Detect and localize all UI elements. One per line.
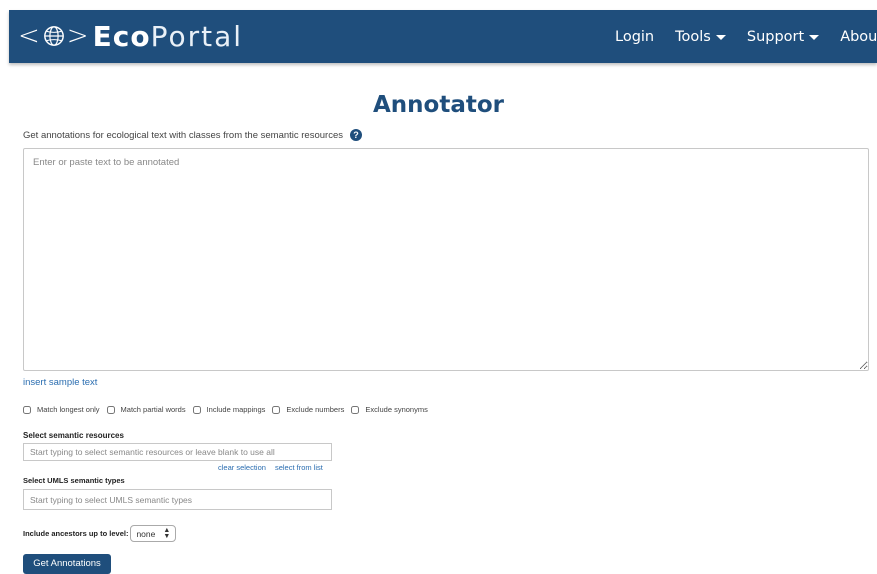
semantic-resources-input[interactable] [23,443,332,461]
get-annotations-button[interactable]: Get Annotations [23,554,111,574]
page-title: Annotator [372,92,504,118]
ancestors-label: Include ancestors up to level: [23,529,129,538]
logo-left-chevron: < [18,21,41,51]
main-nav: Login Tools Support About Us [615,10,877,63]
option-include-mappings[interactable]: Include mappings [192,405,266,414]
option-label: Exclude synonyms [365,405,428,414]
logo-right-chevron: > [66,21,90,51]
option-exclude-synonyms[interactable]: Exclude synonyms [351,405,428,414]
option-match-longest[interactable]: Match longest only [23,405,100,414]
subtitle-text: Get annotations for ecological text with… [23,129,343,141]
help-icon[interactable]: ? [349,129,362,141]
match-partial-checkbox[interactable] [106,405,115,414]
ancestors-selected-value: none [136,528,156,539]
exclude-synonyms-checkbox[interactable] [351,405,360,414]
caret-down-icon [809,35,820,40]
option-label: Exclude numbers [286,405,345,414]
nav-tools[interactable]: Tools [675,29,726,45]
ancestors-level-select[interactable]: none ▲ ▼ [130,525,177,542]
logo-eco-text: Eco [92,19,151,53]
site-logo[interactable]: < > Eco Portal [17,16,243,56]
arrow-down-icon: ▼ [163,532,171,540]
nav-login[interactable]: Login [615,29,654,45]
annotate-text-input[interactable] [23,148,869,371]
exclude-numbers-checkbox[interactable] [272,405,281,414]
umls-types-input[interactable] [23,489,332,510]
option-label: Match longest only [37,405,100,414]
annotation-options: Match longest only Match partial words I… [23,405,435,414]
nav-about-us[interactable]: About Us [840,29,877,45]
nav-login-label: Login [615,28,655,45]
nav-support[interactable]: Support [746,28,820,45]
globe-icon [43,26,64,46]
include-mappings-checkbox[interactable] [192,405,201,414]
clear-selection-link[interactable]: clear selection [218,463,266,472]
insert-sample-text-link[interactable]: insert sample text [23,377,97,388]
nav-about-us-label: About Us [840,28,877,45]
top-navbar: < > EcoPortal Login Tools Support About … [9,10,877,63]
nav-tools-label: Tools [675,28,711,45]
caret-down-icon [715,35,726,40]
logo-portal-text: Portal [150,19,244,53]
option-exclude-numbers[interactable]: Exclude numbers [272,405,344,414]
semantic-resources-label: Select semantic resources [23,431,124,440]
select-from-list-link[interactable]: select from list [275,463,323,472]
select-arrows-icon: ▲ ▼ [163,527,171,540]
option-label: Include mappings [206,405,266,414]
nav-support-label: Support [746,28,805,45]
option-label: Match partial words [120,405,186,414]
ancestors-row: Include ancestors up to level: none ▲ ▼ [23,525,177,542]
umls-types-label: Select UMLS semantic types [23,476,125,485]
page-subtitle: Get annotations for ecological text with… [23,129,362,141]
match-longest-checkbox[interactable] [23,405,31,414]
option-match-partial[interactable]: Match partial words [106,405,186,414]
semantic-resources-links: clear selection select from list [218,463,323,472]
